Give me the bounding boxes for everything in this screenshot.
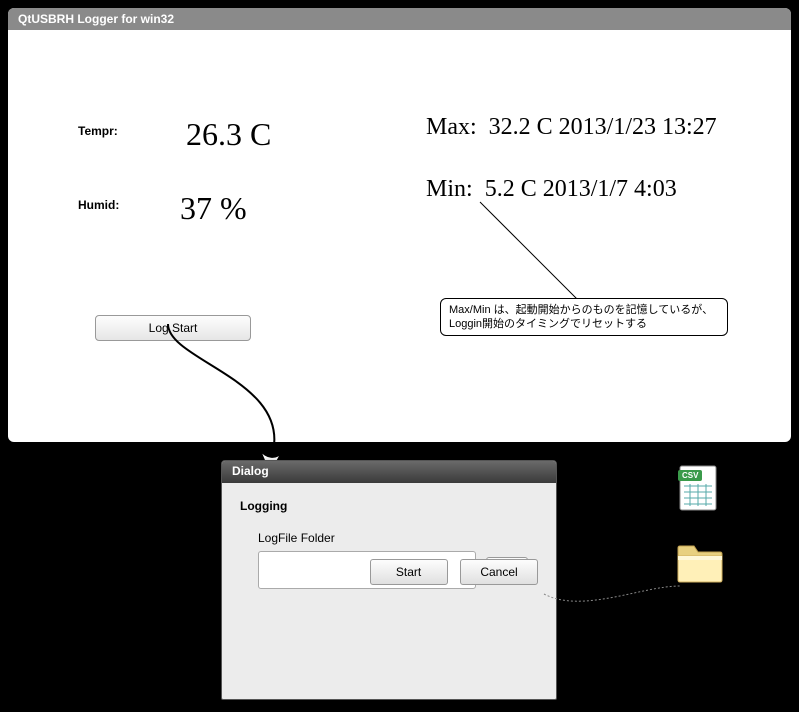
folder-icon [676, 544, 724, 584]
window-title: QtUSBRH Logger for win32 [18, 12, 174, 26]
min-stat: Min: 5.2 C 2013/1/7 4:03 [426, 176, 677, 203]
main-window: QtUSBRH Logger for win32 Tempr: 26.3 C H… [8, 8, 791, 442]
humid-label: Humid: [78, 198, 119, 212]
dialog-title: Dialog [232, 464, 269, 478]
dialog-titlebar: Dialog [222, 461, 556, 483]
min-label: Min: [426, 176, 473, 202]
callout-leader [478, 200, 598, 310]
start-button[interactable]: Start [370, 559, 448, 585]
log-start-button[interactable]: Log Start [95, 315, 251, 341]
logfile-folder-label: LogFile Folder [258, 531, 538, 545]
dialog-window: Dialog Logging LogFile Folder ... Start … [221, 460, 557, 700]
max-stat: Max: 32.2 C 2013/1/23 13:27 [426, 114, 717, 141]
logging-group-label: Logging [240, 499, 538, 513]
humid-value: 37 % [180, 190, 247, 227]
window-content: Tempr: 26.3 C Humid: 37 % Max: 32.2 C 20… [8, 30, 791, 442]
dialog-button-row: Start Cancel [362, 559, 538, 585]
csv-file-icon: CSV [678, 464, 718, 512]
svg-text:CSV: CSV [682, 471, 699, 480]
cancel-button[interactable]: Cancel [460, 559, 538, 585]
tempr-value: 26.3 C [186, 116, 271, 153]
callout-box: Max/Min は、起動開始からのものを記憶しているが、 Loggin開始のタイ… [440, 298, 728, 336]
max-value: 32.2 C 2013/1/23 13:27 [489, 114, 717, 140]
dialog-body: Logging LogFile Folder ... Start Cancel [222, 483, 556, 599]
callout-line1: Max/Min は、起動開始からのものを記憶しているが、 [449, 303, 719, 317]
min-value: 5.2 C 2013/1/7 4:03 [485, 176, 677, 202]
window-titlebar: QtUSBRH Logger for win32 [8, 8, 791, 30]
max-label: Max: [426, 114, 477, 140]
callout-line2: Loggin開始のタイミングでリセットする [449, 317, 719, 331]
tempr-label: Tempr: [78, 124, 118, 138]
connector-to-folder [542, 584, 702, 624]
